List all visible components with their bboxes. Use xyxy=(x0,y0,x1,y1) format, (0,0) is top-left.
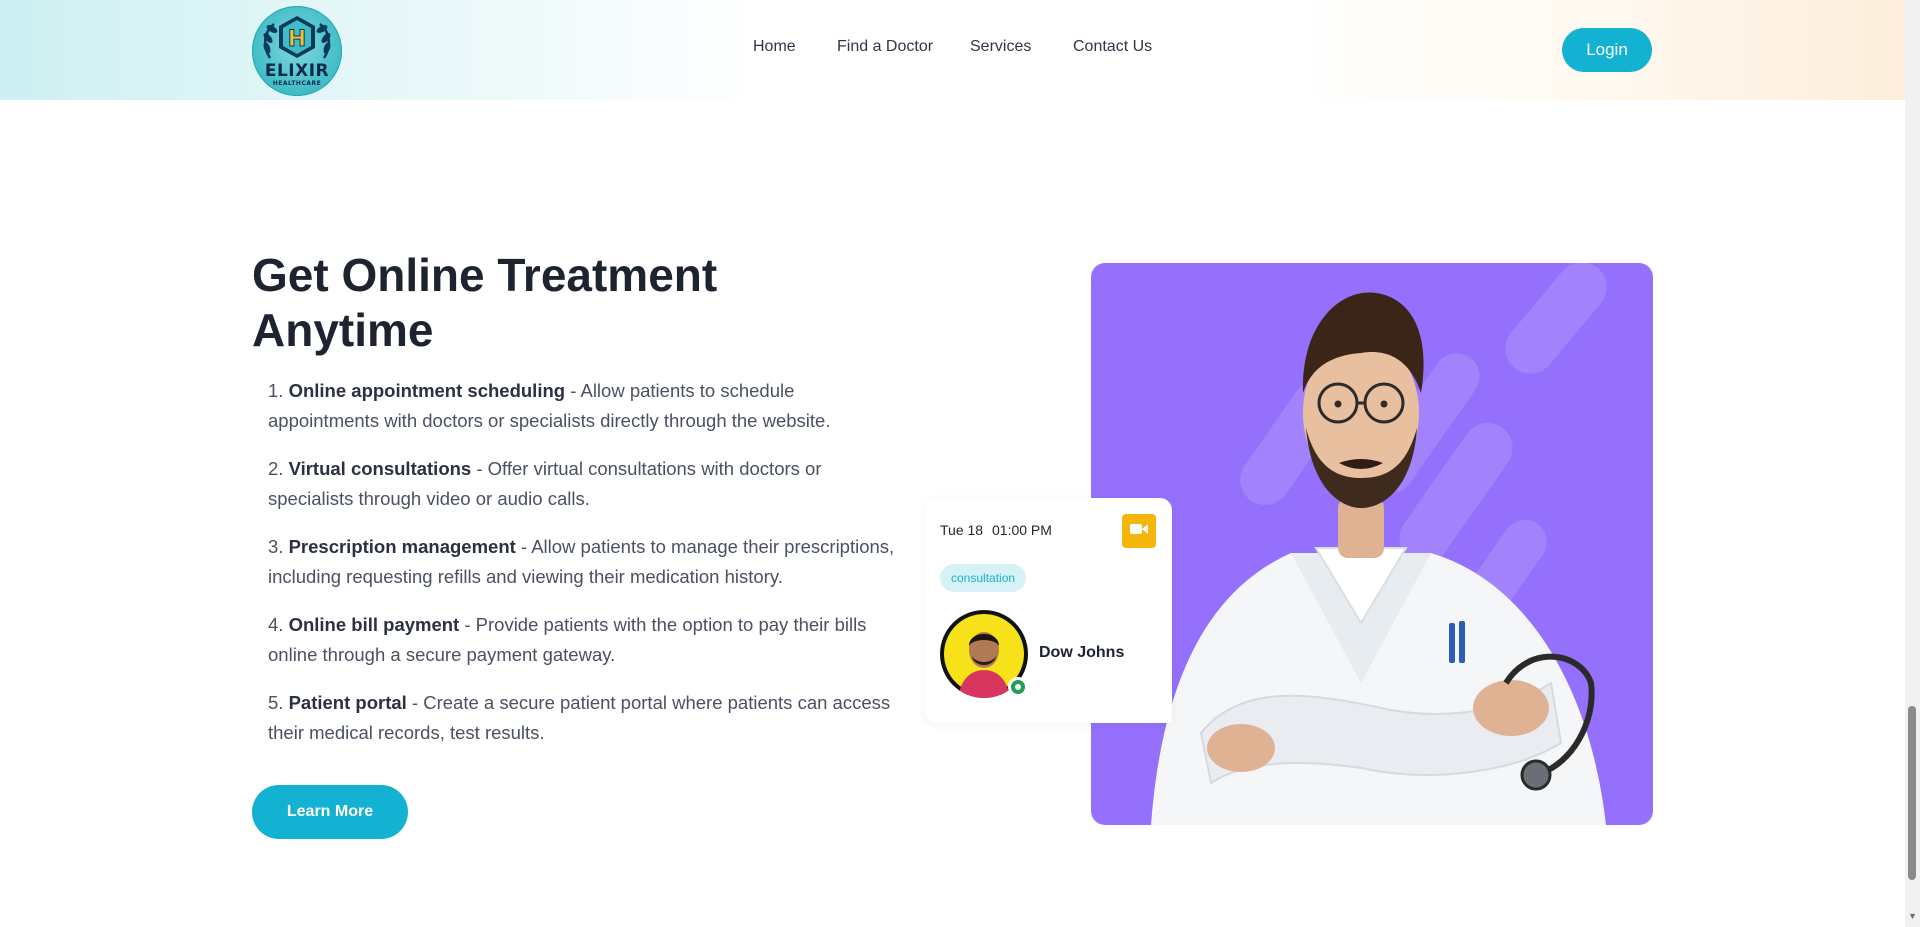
learn-more-button[interactable]: Learn More xyxy=(252,785,408,839)
feature-title: Online appointment scheduling xyxy=(288,380,566,401)
feature-number: 5. xyxy=(268,692,284,713)
video-call-button[interactable] xyxy=(1122,514,1156,548)
appointment-date: Tue 18 xyxy=(940,522,984,538)
svg-text:H: H xyxy=(288,27,306,52)
logo-subtext: HEALTHCARE xyxy=(272,80,322,87)
list-item: 5. Patient portal - Create a secure pati… xyxy=(268,688,908,748)
feature-number: 4. xyxy=(268,614,284,635)
nav-contact-us[interactable]: Contact Us xyxy=(1073,38,1152,56)
feature-title: Prescription management xyxy=(288,536,516,557)
feature-title: Patient portal xyxy=(288,692,407,713)
doctor-image xyxy=(1091,263,1653,825)
feature-number: 3. xyxy=(268,536,284,557)
list-item: 2. Virtual consultations - Offer virtual… xyxy=(268,454,908,514)
online-status-icon xyxy=(1008,677,1028,697)
feature-number: 2. xyxy=(268,458,284,479)
feature-number: 1. xyxy=(268,380,284,401)
nav-services[interactable]: Services xyxy=(970,38,1031,56)
login-button[interactable]: Login xyxy=(1562,28,1652,72)
feature-title: Online bill payment xyxy=(288,614,460,635)
section-title: Get Online Treatment Anytime xyxy=(252,249,718,356)
list-item: 1. Online appointment scheduling - Allow… xyxy=(268,376,908,436)
appointment-card: Tue 18 01:00 PM consultation Dow Johns xyxy=(925,498,1172,723)
scrollbar-thumb[interactable] xyxy=(1908,706,1916,880)
list-item: 4. Online bill payment - Provide patient… xyxy=(268,610,908,670)
appointment-time: 01:00 PM xyxy=(992,522,1052,538)
elixir-logo[interactable]: H ELIXIR HEALTHCARE xyxy=(252,6,342,96)
logo-text: ELIXIR xyxy=(264,61,330,81)
feature-list: 1. Online appointment scheduling - Allow… xyxy=(268,376,908,766)
nav-find-a-doctor[interactable]: Find a Doctor xyxy=(837,38,933,56)
video-camera-icon xyxy=(1130,522,1148,540)
doctor-name: Dow Johns xyxy=(1039,644,1125,661)
scroll-down-arrow-icon[interactable]: ▼ xyxy=(1906,911,1919,923)
feature-title: Virtual consultations xyxy=(288,458,472,479)
nav-home[interactable]: Home xyxy=(753,38,796,56)
list-item: 3. Prescription management - Allow patie… xyxy=(268,532,908,592)
site-header: H ELIXIR HEALTHCARE Home Find a Doctor S… xyxy=(0,0,1905,100)
consultation-tag: consultation xyxy=(940,564,1027,592)
